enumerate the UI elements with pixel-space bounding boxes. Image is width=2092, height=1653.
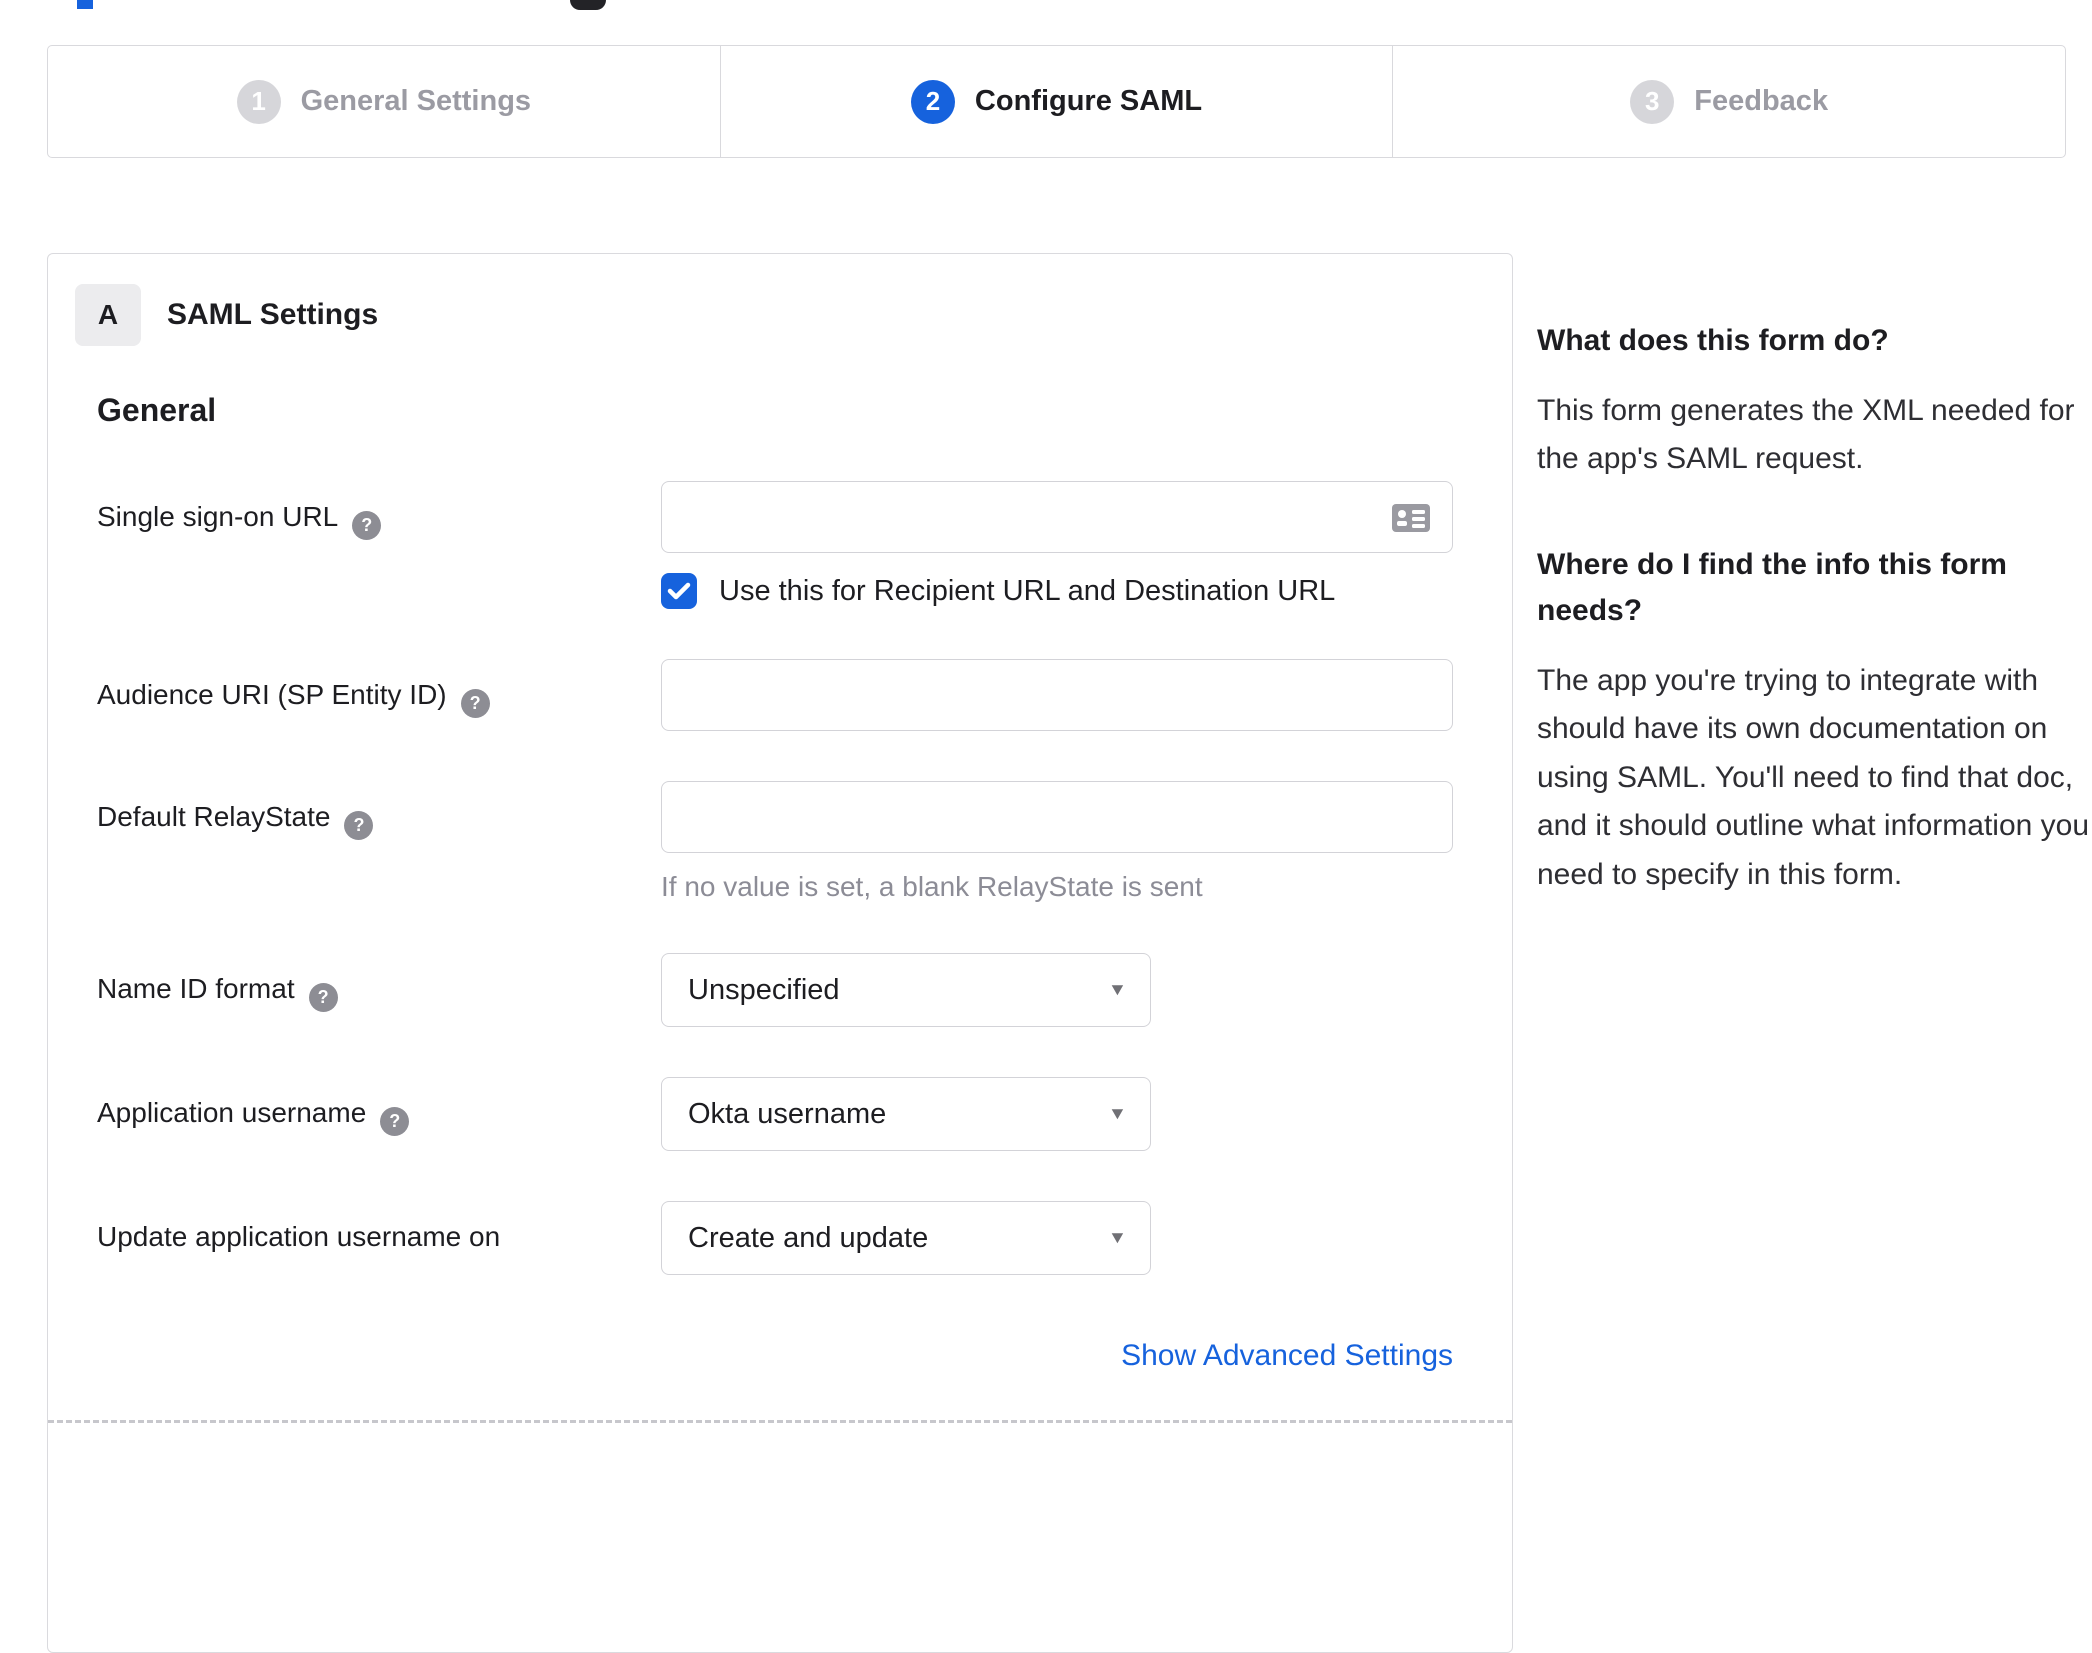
update-application-username-value: Create and update xyxy=(688,1221,929,1254)
step-1-label: General Settings xyxy=(300,85,532,117)
step-3-label: Feedback xyxy=(1694,85,1829,117)
checkmark-icon xyxy=(667,582,691,600)
help-section-what: What does this form do? This form genera… xyxy=(1537,318,2092,484)
recipient-destination-checkbox-label[interactable]: Use this for Recipient URL and Destinati… xyxy=(719,575,1335,608)
row-application-username: Application username? Okta username ▼ xyxy=(97,1077,1512,1151)
single-sign-on-url-input[interactable] xyxy=(661,481,1453,553)
application-username-value: Okta username xyxy=(688,1097,887,1130)
help-icon[interactable]: ? xyxy=(352,511,382,540)
update-application-username-label: Update application username on xyxy=(97,1221,501,1252)
help-icon[interactable]: ? xyxy=(460,689,490,718)
update-application-username-select[interactable]: Create and update ▼ xyxy=(661,1201,1151,1275)
single-sign-on-url-label: Single sign-on URL xyxy=(97,501,339,532)
default-relaystate-label: Default RelayState xyxy=(97,801,331,832)
chevron-down-icon: ▼ xyxy=(1107,1228,1128,1247)
card-title: SAML Settings xyxy=(167,298,379,331)
row-single-sign-on-url: Single sign-on URL? Use this for Recipie… xyxy=(97,481,1512,609)
recipient-destination-checkbox[interactable] xyxy=(661,573,697,609)
row-update-application-username: Update application username on Create an… xyxy=(97,1201,1512,1275)
name-id-format-value: Unspecified xyxy=(688,973,840,1006)
row-name-id-format: Name ID format? Unspecified ▼ xyxy=(97,953,1512,1027)
help-heading: What does this form do? xyxy=(1537,324,1889,357)
step-general-settings: 1 General Settings xyxy=(48,46,720,157)
help-icon[interactable]: ? xyxy=(380,1107,410,1136)
application-username-label: Application username xyxy=(97,1097,367,1128)
general-section-heading: General xyxy=(97,392,217,428)
step-2-label: Configure SAML xyxy=(974,85,1203,117)
application-username-select[interactable]: Okta username ▼ xyxy=(661,1077,1151,1151)
saml-form: Single sign-on URL? Use this for Recipie… xyxy=(97,481,1512,1373)
card-header: A SAML Settings xyxy=(48,254,1512,346)
default-relaystate-input[interactable] xyxy=(661,781,1453,853)
contact-card-icon xyxy=(1391,503,1431,533)
help-heading: Where do I find the info this form needs… xyxy=(1537,547,2007,628)
row-default-relaystate: Default RelayState? If no value is set, … xyxy=(97,781,1512,903)
help-body: This form generates the XML needed for t… xyxy=(1537,393,2075,476)
page: 1 General Settings 2 Configure SAML 3 Fe… xyxy=(0,0,2092,1653)
relaystate-helper-text: If no value is set, a blank RelayState i… xyxy=(661,871,1203,902)
section-dashed-divider xyxy=(48,1420,1512,1423)
audience-uri-input[interactable] xyxy=(661,659,1453,731)
step-feedback: 3 Feedback xyxy=(1392,46,2065,157)
step-3-badge: 3 xyxy=(1630,79,1675,124)
help-sidebar: What does this form do? This form genera… xyxy=(1537,318,2092,958)
step-2-badge: 2 xyxy=(910,79,955,124)
cut-off-dark-icon xyxy=(570,0,606,10)
section-a-badge: A xyxy=(75,284,141,346)
step-configure-saml: 2 Configure SAML xyxy=(719,46,1393,157)
name-id-format-label: Name ID format xyxy=(97,973,295,1004)
wizard-stepper: 1 General Settings 2 Configure SAML 3 Fe… xyxy=(47,45,2066,158)
chevron-down-icon: ▼ xyxy=(1107,980,1128,999)
help-section-where: Where do I find the info this form needs… xyxy=(1537,542,2092,900)
help-icon[interactable]: ? xyxy=(308,983,338,1012)
row-audience-uri: Audience URI (SP Entity ID)? xyxy=(97,659,1512,731)
help-icon[interactable]: ? xyxy=(344,811,374,840)
step-1-badge: 1 xyxy=(236,79,281,124)
cut-off-blue-element xyxy=(77,0,93,9)
show-advanced-settings-link[interactable]: Show Advanced Settings xyxy=(1121,1339,1453,1372)
audience-uri-label: Audience URI (SP Entity ID) xyxy=(97,679,447,710)
saml-settings-card: A SAML Settings General Single sign-on U… xyxy=(47,253,1513,1653)
help-body: The app you're trying to integrate with … xyxy=(1537,663,2090,892)
chevron-down-icon: ▼ xyxy=(1107,1104,1128,1123)
name-id-format-select[interactable]: Unspecified ▼ xyxy=(661,953,1151,1027)
